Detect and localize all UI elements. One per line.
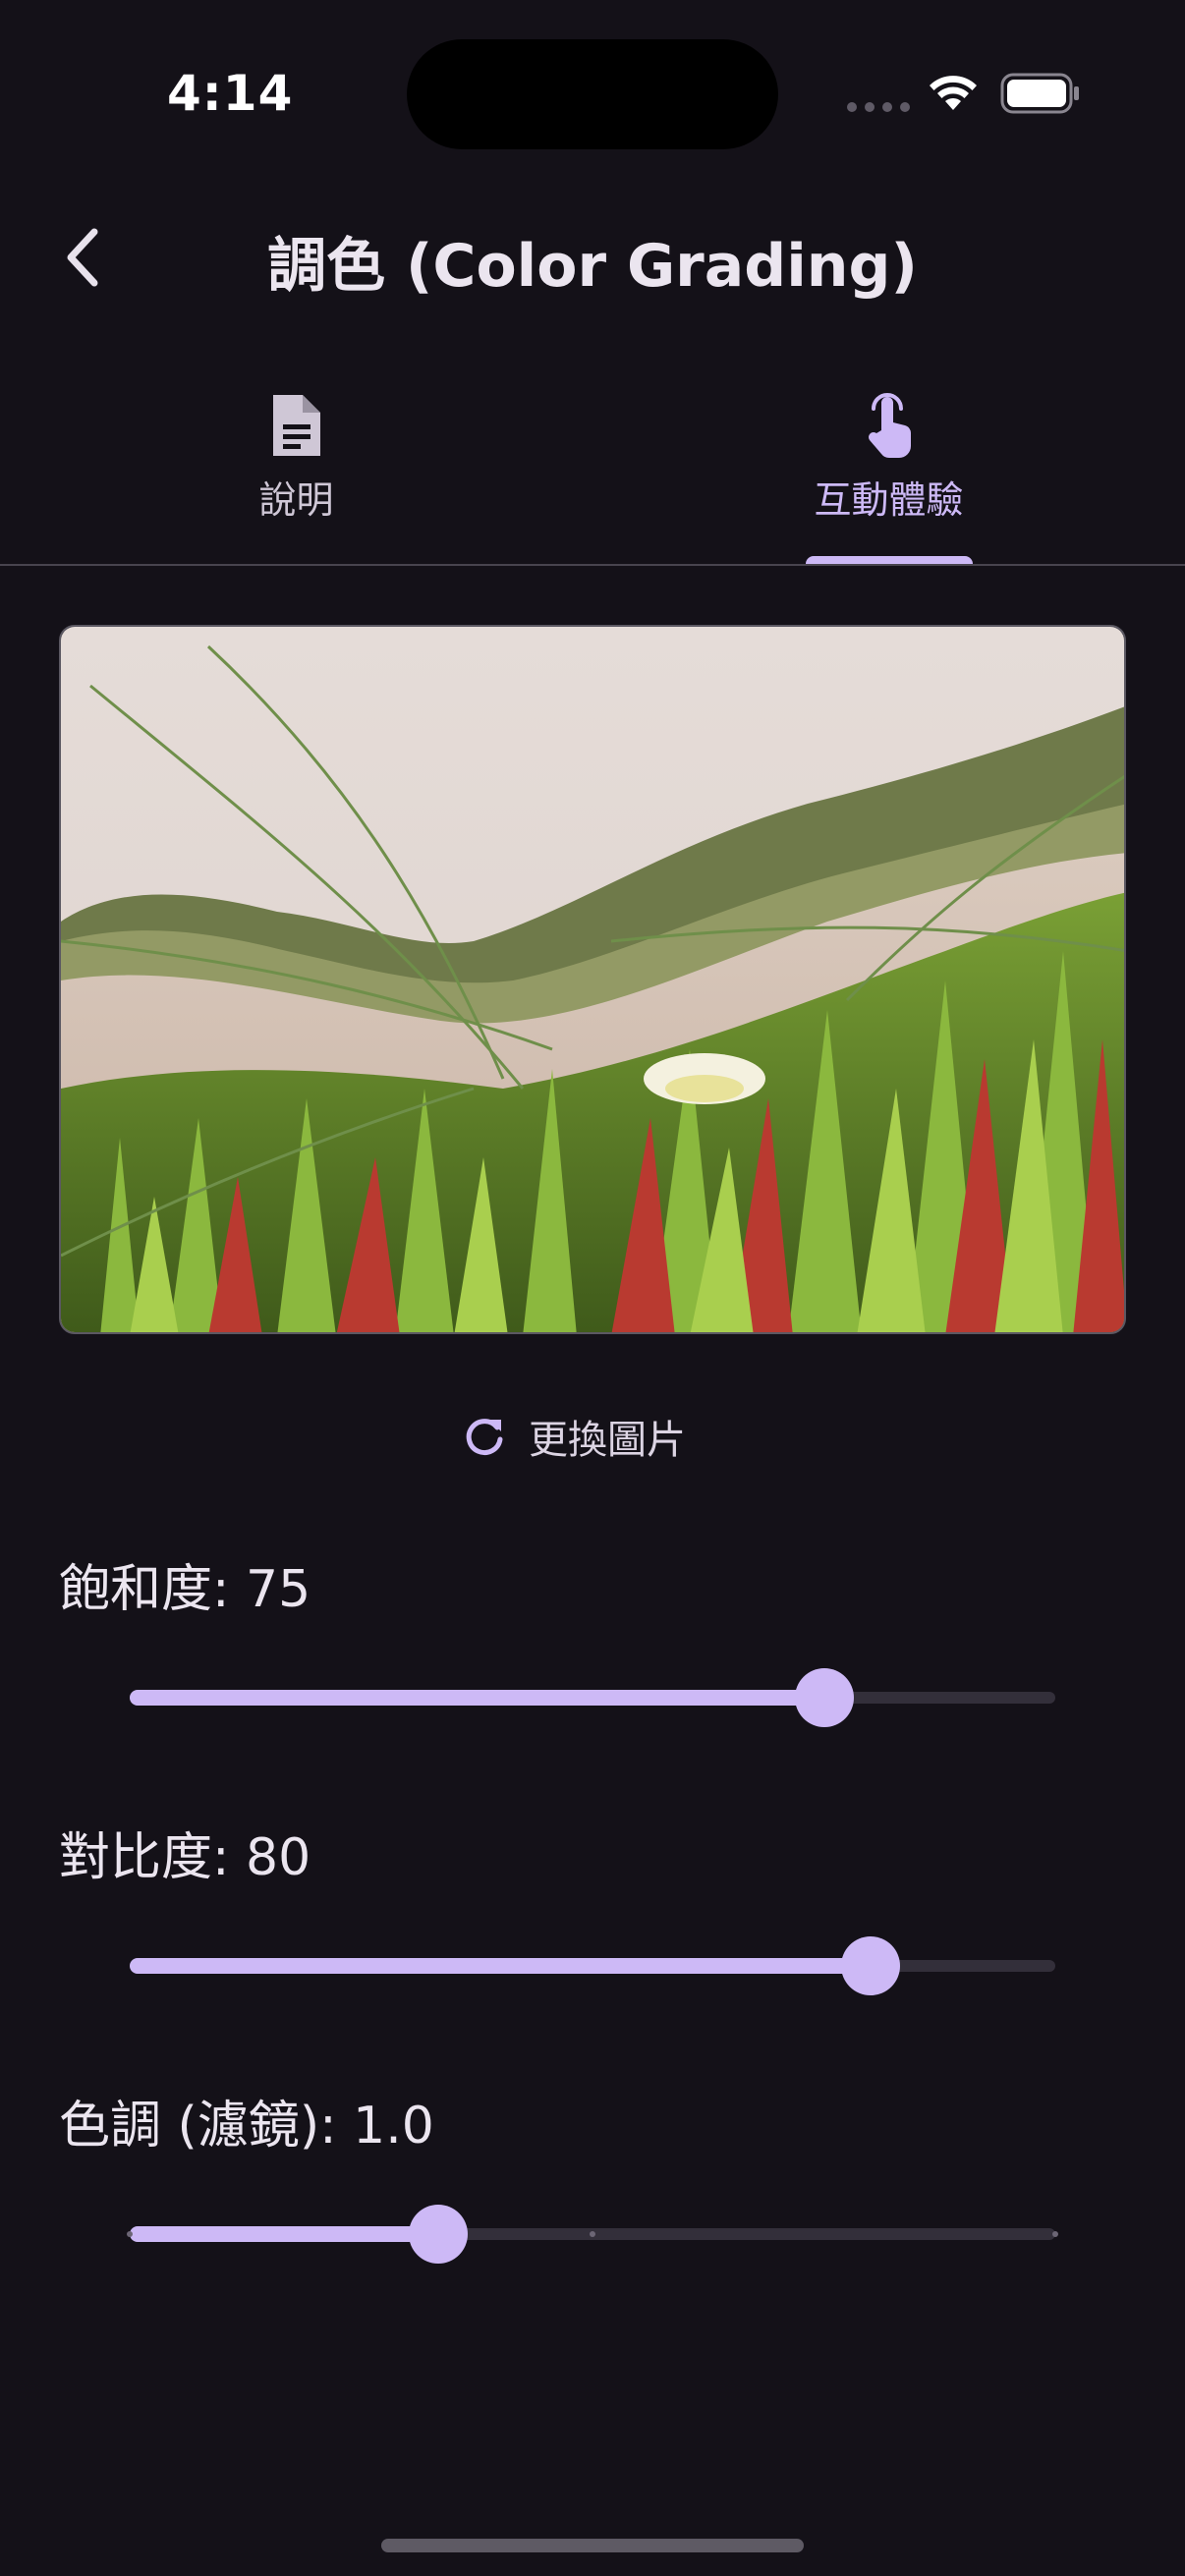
back-button[interactable] <box>47 222 118 293</box>
slider-thumb[interactable] <box>840 1936 900 1995</box>
color-grading-screen: 4:14 調色 (Color Grading) 說明 互動體驗 更換圖片 飽和度… <box>0 0 1185 2576</box>
cellular-signal-icon <box>847 102 910 112</box>
contrast-slider[interactable] <box>130 1936 1055 1995</box>
home-indicator <box>381 2539 804 2552</box>
slider-thumb[interactable] <box>408 2205 468 2264</box>
status-time: 4:14 <box>167 65 294 122</box>
slider-fill <box>130 2226 438 2242</box>
contrast-label: 對比度: 80 <box>59 1828 311 1887</box>
change-image-label: 更換圖片 <box>529 1418 686 1463</box>
active-tab-indicator <box>805 556 973 564</box>
slider-tick-mark <box>127 2231 133 2237</box>
tab-interactive[interactable]: 互動體驗 <box>592 373 1185 564</box>
change-image-button[interactable]: 更換圖片 <box>462 1399 686 1474</box>
wifi-icon <box>930 76 977 110</box>
tone-filter-control: 色調 (濾鏡): 1.0 <box>59 2091 1126 2264</box>
slider-fill <box>130 1690 824 1706</box>
battery-icon <box>1000 73 1079 114</box>
tab-interactive-label: 互動體驗 <box>814 478 964 522</box>
tab-description[interactable]: 說明 <box>0 373 592 564</box>
saturation-control: 飽和度: 75 <box>59 1554 1126 1727</box>
tabs-divider <box>0 564 1185 566</box>
slider-thumb[interactable] <box>794 1668 854 1727</box>
tab-bar: 說明 互動體驗 <box>0 373 1185 564</box>
refresh-icon <box>466 1419 503 1456</box>
preview-photo <box>59 625 1126 1334</box>
chevron-left-icon <box>67 228 98 287</box>
slider-tick-mark <box>1052 2231 1058 2237</box>
contrast-control: 對比度: 80 <box>59 1822 1126 1995</box>
tone-filter-slider[interactable] <box>127 2205 1058 2264</box>
tab-description-label: 說明 <box>258 478 334 522</box>
saturation-slider[interactable] <box>130 1668 1055 1727</box>
tone-filter-label: 色調 (濾鏡): 1.0 <box>59 2097 434 2156</box>
page-title: 調色 (Color Grading) <box>267 232 918 301</box>
dynamic-island <box>407 39 778 149</box>
saturation-label: 飽和度: 75 <box>59 1560 311 1619</box>
document-icon <box>272 395 320 456</box>
slider-tick-mark <box>590 2231 595 2237</box>
slider-fill <box>130 1958 871 1974</box>
touch-pointer-icon <box>868 393 911 458</box>
